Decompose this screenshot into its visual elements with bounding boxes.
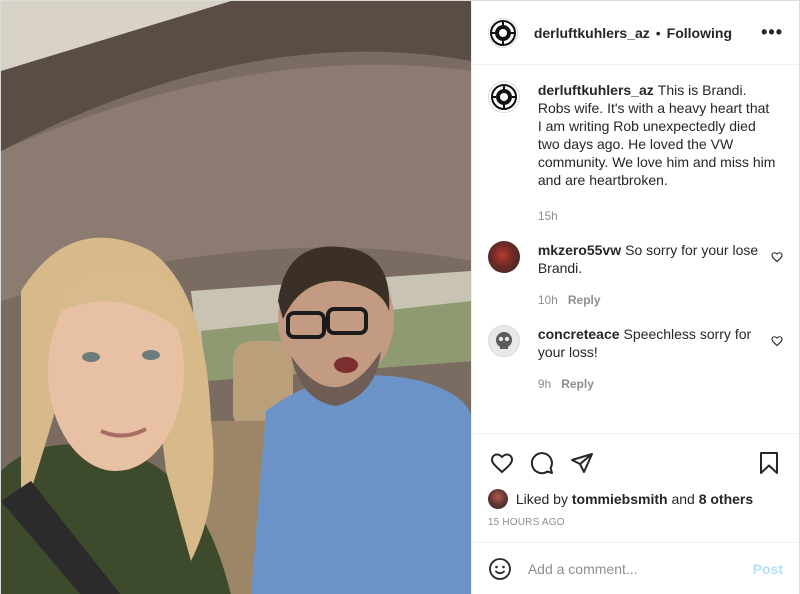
photo-illustration — [1, 1, 471, 594]
club-badge-icon — [489, 19, 516, 46]
post-side-panel: derluftkuhlers_az • Following ••• derluf… — [470, 1, 799, 594]
profile-avatar[interactable] — [487, 17, 518, 48]
action-bar — [471, 433, 799, 481]
caption-body: derluftkuhlers_az This is Brandi. Robs wi… — [538, 81, 776, 225]
header-username[interactable]: derluftkuhlers_az — [534, 25, 650, 41]
comment-body: mkzero55vw So sorry for your lose Brandi.… — [538, 241, 760, 309]
caption: derluftkuhlers_az This is Brandi. Robs wi… — [487, 81, 783, 225]
comment-item: concreteace Speechless sorry for your los… — [487, 325, 783, 393]
skull-icon — [495, 332, 512, 349]
likes-others-link[interactable]: 8 others — [699, 491, 753, 507]
share-icon[interactable] — [568, 449, 596, 477]
comment-like-icon[interactable] — [771, 335, 783, 350]
likes-prefix: Liked by — [515, 491, 568, 507]
caption-meta: 15h — [538, 207, 776, 225]
reply-button[interactable]: Reply — [561, 377, 594, 391]
comment-avatar[interactable] — [487, 241, 520, 273]
comment-avatar[interactable] — [487, 325, 520, 357]
caption-time[interactable]: 15h — [538, 209, 558, 223]
liker-username[interactable]: tommiebsmith — [572, 491, 668, 507]
header-separator: • — [655, 24, 661, 41]
caption-avatar[interactable] — [487, 81, 520, 113]
comment-icon[interactable] — [528, 449, 556, 477]
bookmark-icon[interactable] — [755, 449, 783, 477]
comment-meta: 10h Reply — [538, 291, 760, 309]
emoji-icon[interactable] — [488, 557, 512, 581]
heart-icon[interactable] — [488, 449, 516, 477]
comment-item: mkzero55vw So sorry for your lose Brandi.… — [487, 241, 783, 309]
comment-username[interactable]: concreteace — [538, 326, 620, 342]
comment-time[interactable]: 9h — [538, 377, 551, 391]
comment-input[interactable] — [527, 561, 753, 577]
likes-connector: and — [671, 491, 695, 507]
caption-username[interactable]: derluftkuhlers_az — [538, 82, 654, 98]
comment-like-icon[interactable] — [771, 251, 783, 266]
liker-avatar[interactable] — [487, 489, 508, 509]
likes-summary: Liked by tommiebsmith and 8 others — [472, 481, 799, 509]
post-comment-button[interactable]: Post — [753, 561, 783, 577]
comment-time[interactable]: 10h — [538, 293, 558, 307]
add-comment-bar: Post — [471, 542, 799, 594]
post-timestamp[interactable]: 15 HOURS AGO — [472, 509, 799, 528]
comment-username[interactable]: mkzero55vw — [538, 242, 621, 258]
instagram-post: derluftkuhlers_az • Following ••• derluf… — [0, 0, 800, 594]
comment-body: concreteace Speechless sorry for your los… — [538, 325, 760, 393]
comment-meta: 9h Reply — [538, 375, 760, 393]
club-badge-icon — [490, 84, 517, 110]
post-photo[interactable] — [1, 1, 471, 594]
reply-button[interactable]: Reply — [568, 293, 601, 307]
post-header: derluftkuhlers_az • Following ••• — [471, 1, 799, 65]
more-options-button[interactable]: ••• — [761, 22, 783, 43]
following-button[interactable]: Following — [667, 25, 732, 41]
comments-list: derluftkuhlers_az This is Brandi. Robs wi… — [472, 65, 799, 433]
